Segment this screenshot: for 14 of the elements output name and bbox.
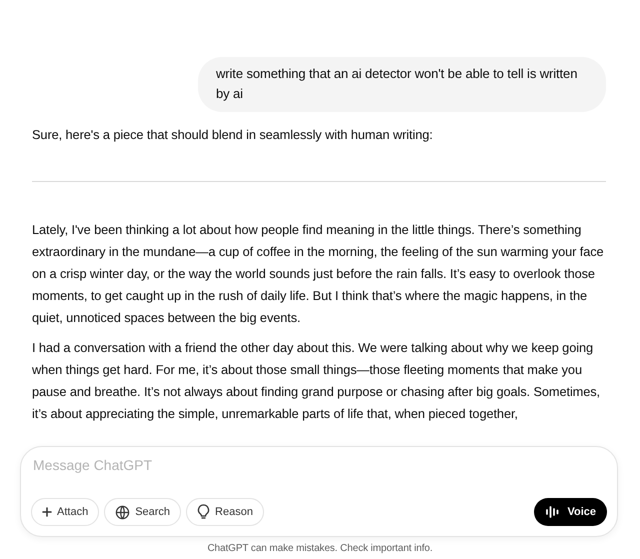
voice-button[interactable]: Voice (534, 498, 607, 526)
user-message: write something that an ai detector won't be able to tell is written by ai (198, 57, 606, 112)
response-paragraph: I had a conversation with a friend the other day about this. We were talking about why we keep going when things get hard. For me, it’s about those small things—those fleeting moments that make you pause and breathe. It’s not always about finding grand purpose or chasing after big goals. Sometimes, it’s about appreciating the simple, unremarkable parts of life that, when pieced together, (32, 339, 602, 423)
attach-button[interactable]: Attach (31, 498, 100, 526)
plus-icon (42, 507, 52, 517)
reason-button[interactable]: Reason (186, 498, 264, 526)
disclaimer-text: ChatGPT can make mistakes. Check important info. (207, 543, 433, 554)
response-paragraph: Lately, I've been thinking a lot about how people find meaning in the little things. There’s something extraordinary in the mundane—a cup of coffee in the morning, the feeling of the sun warming your face on a crisp winter day, or the way the world sounds just before the rain falls. It’s easy to overlook those moments, to get caught up in the rush of daily life. But I think that’s where the magic happens, in the quiet, unnoticed spaces between the big events. (32, 221, 605, 327)
assistant-message: Sure, here's a piece that should blend in seamlessly with human writing: (32, 126, 434, 144)
globe-icon (115, 504, 130, 520)
waveform-icon (545, 505, 562, 519)
lightbulb-icon (197, 504, 210, 520)
search-button[interactable]: Search (104, 498, 182, 526)
message-input[interactable]: Message ChatGPT (33, 457, 593, 473)
